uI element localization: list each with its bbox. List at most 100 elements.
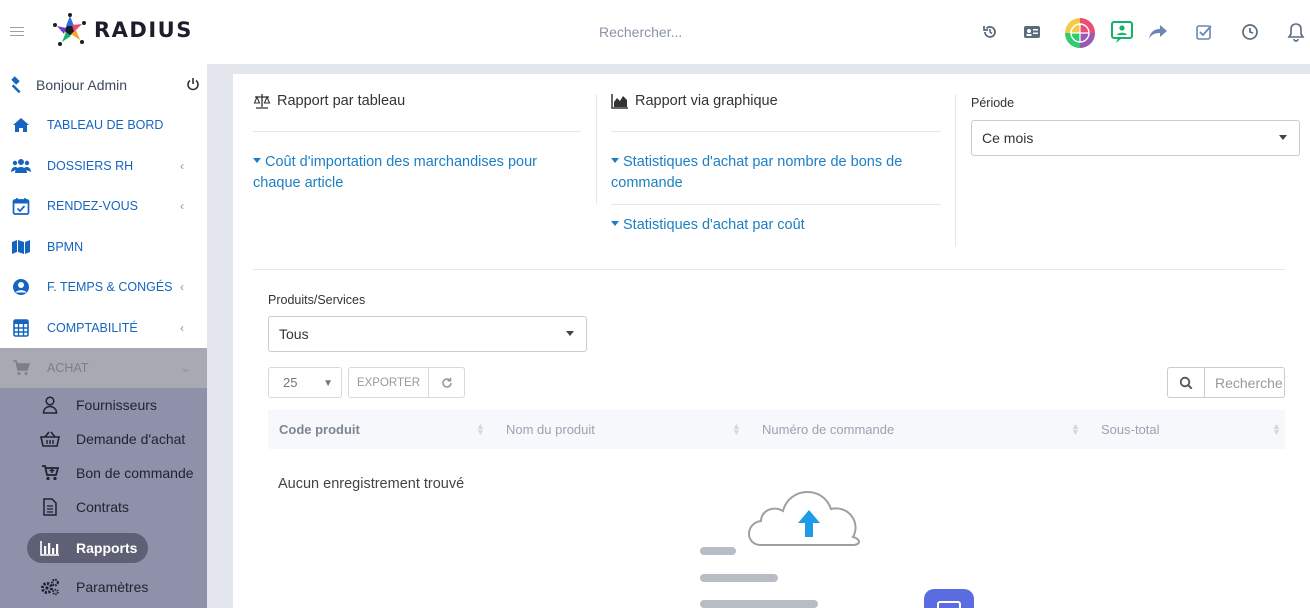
table-search-input[interactable]: Recherche (1205, 367, 1285, 398)
chart-report-title: Rapport via graphique (635, 93, 778, 109)
table-report-heading: Rapport par tableau (253, 93, 405, 109)
sidebar-item-temps-conges[interactable]: F. TEMPS & CONGÉS ‹ (0, 267, 207, 307)
refresh-button[interactable] (429, 367, 465, 398)
chevron-down-icon: ⌄ (180, 359, 192, 375)
divider (253, 131, 581, 132)
sort-icon[interactable]: ▲ ▼ (476, 422, 485, 437)
calculator-icon (11, 318, 31, 338)
bell-icon[interactable] (1285, 21, 1307, 43)
section-divider (253, 269, 1285, 270)
column-header-label: Code produit (279, 422, 360, 437)
basket-icon (40, 429, 60, 449)
column-header-numero-commande[interactable]: Numéro de commande (762, 410, 894, 449)
submenu-item-fournisseurs[interactable]: Fournisseurs (0, 388, 207, 422)
chat-user-icon[interactable] (1110, 20, 1134, 44)
sidebar-item-rendez-vous[interactable]: RENDEZ-VOUS ‹ (0, 186, 207, 226)
chart-report-heading: Rapport via graphique (611, 93, 778, 109)
products-select[interactable]: Tous (268, 316, 587, 352)
submenu-item-label: Contrats (76, 499, 129, 515)
submenu-item-contrats[interactable]: Contrats (0, 490, 207, 524)
users-icon (11, 156, 31, 176)
submenu-item-label: Bon de commande (76, 465, 194, 481)
map-icon (11, 237, 31, 257)
logo-text: RADIUS (94, 18, 193, 42)
sidebar-item-achat[interactable]: ACHAT ⌄ (0, 348, 207, 388)
sidebar-item-dossiers-rh[interactable]: DOSSIERS RH ‹ (0, 146, 207, 186)
sidebar-item-label: F. TEMPS & CONGÉS (47, 280, 173, 294)
sort-icon[interactable]: ▲ ▼ (1071, 422, 1080, 437)
submenu-item-bon-de-commande[interactable]: Bon de commande (0, 456, 207, 490)
calendar-check-icon (11, 196, 31, 216)
sidebar-item-bpmn[interactable]: BPMN (0, 227, 207, 267)
sidebar-item-label: TABLEAU DE BORD (47, 118, 164, 132)
report-link-label: Coût d'importation des marchandises pour… (253, 154, 537, 191)
sort-icon[interactable]: ▲ ▼ (732, 422, 741, 437)
greeting-text: Bonjour Admin (36, 77, 128, 93)
cart-icon (11, 358, 31, 378)
products-select-value: Tous (279, 326, 309, 342)
report-link-stats-orders[interactable]: Statistiques d'achat par nombre de bons … (611, 152, 931, 194)
column-header-sous-total[interactable]: Sous-total (1101, 410, 1160, 449)
clock-icon[interactable] (1239, 21, 1261, 43)
share-icon[interactable] (1147, 21, 1169, 43)
global-search-input[interactable]: Rechercher... (599, 24, 682, 40)
history-icon[interactable] (979, 21, 1001, 43)
checklist-icon[interactable] (1193, 21, 1215, 43)
home-icon (11, 115, 31, 135)
main-content: Rapport par tableau Coût d'importation d… (233, 74, 1310, 608)
period-select[interactable]: Ce mois (971, 120, 1300, 156)
report-link-import-cost[interactable]: Coût d'importation des marchandises pour… (253, 152, 573, 194)
user-circle-icon (11, 277, 31, 297)
period-label: Période (971, 96, 1015, 110)
sidebar-item-label: RENDEZ-VOUS (47, 199, 138, 213)
column-divider (596, 94, 597, 204)
caret-down-icon (611, 220, 619, 226)
sort-icon[interactable]: ▲ ▼ (1272, 422, 1281, 437)
sidebar-item-label: DOSSIERS RH (47, 159, 134, 173)
column-header-label: Nom du produit (506, 422, 595, 437)
app-globe-icon[interactable] (1063, 16, 1097, 50)
bar-chart-icon (40, 538, 60, 558)
id-card-icon[interactable] (1021, 21, 1043, 43)
empty-state-text: Aucun enregistrement trouvé (278, 476, 465, 492)
area-chart-icon (611, 94, 628, 109)
submenu-item-rapports[interactable]: Rapports (0, 531, 207, 565)
submenu-item-demande-achat[interactable]: Demande d'achat (0, 422, 207, 456)
power-icon[interactable] (186, 77, 200, 96)
table-search-button[interactable] (1167, 367, 1205, 398)
divider (611, 131, 941, 132)
submenu-item-label: Paramètres (76, 579, 149, 595)
search-icon (1179, 376, 1193, 389)
page-size-value: 25 (283, 375, 298, 390)
column-header-label: Sous-total (1101, 422, 1160, 437)
dropdown-arrow-icon (1279, 135, 1287, 140)
caret-down-icon (253, 157, 261, 163)
cart-plus-icon (40, 463, 60, 483)
submenu-item-label: Fournisseurs (76, 397, 157, 413)
app-logo[interactable]: RADIUS (52, 12, 193, 48)
submenu-item-label: Rapports (76, 540, 138, 556)
chevron-down-icon: ▼ (323, 378, 333, 389)
sidebar-item-comptabilite[interactable]: COMPTABILITÉ ‹ (0, 308, 207, 348)
header-divider (207, 64, 1310, 74)
sidebar-item-label: BPMN (47, 240, 84, 254)
column-header-label: Numéro de commande (762, 422, 895, 437)
report-link-label: Statistiques d'achat par coût (623, 217, 805, 233)
chevron-left-icon: ‹ (180, 321, 184, 335)
empty-state-illustration (700, 491, 974, 608)
balance-scale-icon (253, 94, 271, 109)
menu-toggle-icon[interactable] (10, 27, 24, 39)
refresh-icon (441, 377, 452, 388)
sidebar-item-tableau-de-bord[interactable]: TABLEAU DE BORD (0, 105, 207, 145)
export-button[interactable]: EXPORTER (348, 367, 429, 398)
column-header-code-produit[interactable]: Code produit (279, 410, 360, 449)
top-bar: RADIUS Rechercher... (0, 0, 1310, 64)
radius-logo-icon (53, 13, 86, 46)
gears-icon (40, 577, 60, 597)
page-size-select[interactable]: 25 ▼ (268, 367, 342, 398)
submenu-item-parametres[interactable]: Paramètres (0, 570, 207, 604)
report-link-stats-cost[interactable]: Statistiques d'achat par coût (611, 215, 931, 236)
column-header-nom-produit[interactable]: Nom du produit (506, 410, 595, 449)
chevron-left-icon: ‹ (180, 159, 184, 173)
column-divider (955, 94, 956, 246)
